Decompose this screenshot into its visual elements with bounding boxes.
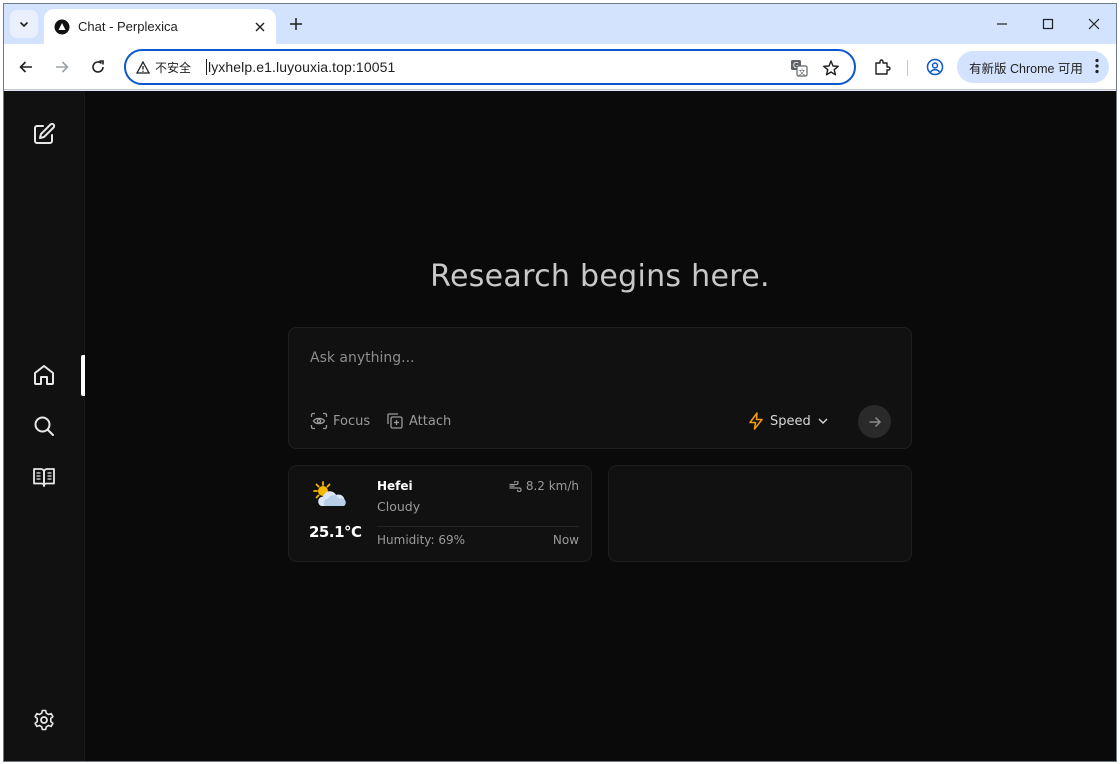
extensions-button[interactable] (870, 55, 894, 79)
translate-icon: G文 (791, 60, 808, 77)
browser-toolbar: 不安全 lyxhelp.e1.luyouxia.top:10051 G文 有新版… (4, 44, 1116, 90)
arrow-right-icon (869, 416, 881, 427)
close-icon (1088, 18, 1100, 30)
sidebar-item-discover[interactable] (31, 413, 57, 439)
more-vert-icon (1095, 58, 1099, 74)
weather-humidity: Humidity: 69% (377, 533, 466, 547)
browser-tab[interactable]: Chat - Perplexica (44, 9, 276, 44)
sidebar (4, 91, 85, 761)
arrow-left-icon (19, 61, 32, 73)
chevron-down-icon (818, 418, 828, 424)
minimize-button[interactable] (979, 10, 1025, 38)
tab-search-button[interactable] (10, 10, 38, 38)
weather-wind: 8.2 km/h (509, 479, 579, 493)
close-icon (255, 22, 265, 31)
profile-button[interactable] (923, 55, 947, 79)
focus-button[interactable]: Focus (310, 412, 370, 430)
svg-text:文: 文 (799, 68, 806, 77)
page-title: Research begins here. (430, 259, 770, 294)
update-label: 有新版 Chrome 可用 (969, 61, 1083, 76)
toolbar-divider (907, 60, 908, 76)
minimize-icon (997, 23, 1007, 25)
wind-speed: 8.2 km/h (525, 479, 579, 493)
account-circle-icon (926, 58, 944, 76)
translate-button[interactable]: G文 (788, 57, 810, 79)
lightning-icon (749, 412, 763, 430)
reload-button[interactable] (84, 53, 112, 81)
close-window-button[interactable] (1071, 10, 1116, 38)
gear-icon (34, 709, 54, 731)
send-button[interactable] (858, 405, 891, 438)
warning-icon (136, 60, 150, 74)
new-chat-button[interactable] (31, 121, 57, 147)
forward-button[interactable] (48, 53, 76, 81)
weather-temperature: 25.1°C (309, 523, 362, 541)
security-label: 不安全 (155, 60, 192, 75)
tab-strip: Chat - Perplexica (4, 4, 1116, 44)
weather-time: Now (552, 533, 579, 547)
attach-label: Attach (409, 413, 452, 429)
focus-label: Focus (333, 413, 371, 429)
chevron-down-icon (19, 21, 29, 28)
home-icon (34, 365, 54, 385)
back-button[interactable] (12, 53, 40, 81)
attach-copy-plus-icon (387, 413, 403, 429)
maximize-icon (1042, 18, 1054, 30)
edit-icon (34, 122, 56, 144)
sidebar-item-home[interactable] (31, 362, 57, 388)
sidebar-item-library[interactable] (31, 464, 57, 490)
perplexica-app: Research begins here. Ask anything... Fo… (4, 91, 1116, 761)
mode-label: Speed (770, 413, 811, 429)
address-bar[interactable]: 不安全 lyxhelp.e1.luyouxia.top:10051 G文 (124, 49, 856, 85)
wind-icon (509, 480, 522, 492)
reload-icon (92, 60, 104, 73)
news-widget-placeholder (608, 465, 912, 562)
tab-title: Chat - Perplexica (78, 19, 178, 34)
url-text[interactable]: lyxhelp.e1.luyouxia.top:10051 (206, 59, 395, 75)
search-icon (34, 416, 54, 436)
optimization-mode-button[interactable]: Speed (747, 412, 829, 430)
puzzle-icon (875, 59, 891, 75)
plus-icon (290, 18, 302, 30)
settings-button[interactable] (31, 707, 57, 733)
attach-button[interactable]: Attach (386, 412, 451, 430)
search-input[interactable]: Ask anything... (310, 350, 415, 366)
perplexica-logo-icon (54, 19, 70, 35)
star-icon (823, 60, 839, 76)
chrome-update-button[interactable]: 有新版 Chrome 可用 (957, 51, 1109, 83)
weather-city: Hefei (377, 479, 413, 493)
weather-divider (377, 526, 579, 527)
search-box[interactable]: Ask anything... Focus Attach Speed (288, 327, 912, 449)
weather-condition: Cloudy (377, 499, 421, 514)
active-indicator (81, 355, 85, 396)
book-open-icon (33, 468, 55, 487)
security-indicator[interactable]: 不安全 (136, 58, 191, 76)
scan-eye-icon (310, 412, 328, 430)
partly-cloudy-icon (313, 481, 346, 506)
weather-widget[interactable]: 25.1°C Hefei Cloudy 8.2 km/h Humidity: 6… (288, 465, 592, 562)
url-value: lyxhelp.e1.luyouxia.top:10051 (208, 59, 396, 75)
tab-close-button[interactable] (250, 17, 270, 37)
arrow-right-icon (56, 61, 69, 73)
browser-window: Chat - Perplexica 不安全 lyxhelp.e1.luyouxi… (3, 3, 1117, 762)
bookmark-button[interactable] (820, 57, 842, 79)
new-tab-button[interactable] (284, 12, 308, 36)
maximize-button[interactable] (1025, 10, 1071, 38)
